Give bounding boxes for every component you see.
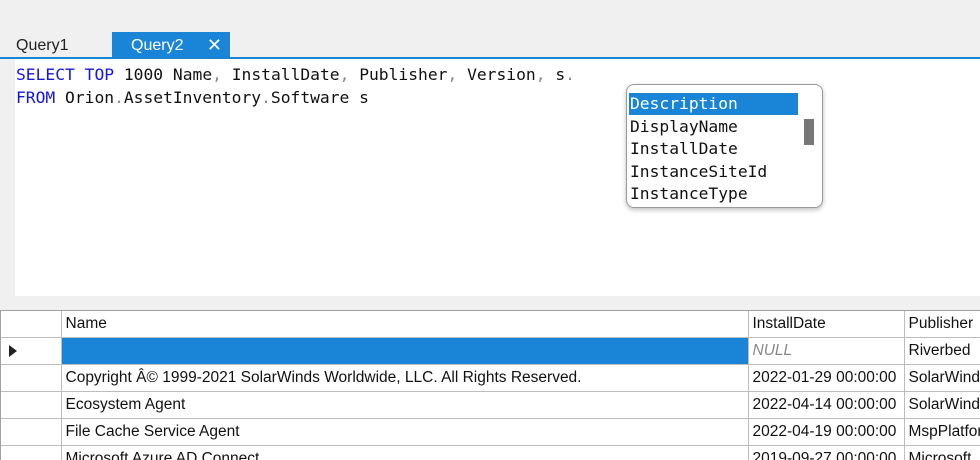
keyword: FROM: [16, 88, 56, 107]
autocomplete-item[interactable]: Description: [629, 93, 798, 115]
row-header[interactable]: [1, 445, 62, 460]
cell-name[interactable]: Microsoft Azure AD Connect: [61, 445, 749, 460]
table-row[interactable]: Ecosystem Agent 2022-04-14 00:00:00 Sola…: [1, 391, 980, 419]
cell-publisher[interactable]: SolarWinds: [904, 364, 980, 392]
autocomplete-item[interactable]: InstallDate: [629, 138, 798, 160]
row-header[interactable]: [1, 364, 62, 392]
tab-label: Query2: [131, 37, 184, 54]
identifier: Name: [172, 65, 213, 84]
title-bar-area: [0, 0, 980, 32]
current-row-icon: [9, 344, 17, 357]
identifier: Publisher: [359, 65, 448, 84]
cell-publisher[interactable]: Microsoft: [904, 445, 980, 460]
autocomplete-item[interactable]: InstanceSiteId: [629, 161, 798, 183]
tab-label: Query1: [16, 37, 69, 54]
cell-name[interactable]: File Cache Service Agent: [61, 418, 749, 446]
tab-query2[interactable]: Query2 ✕: [112, 32, 230, 57]
row-header-corner: [1, 311, 62, 338]
autocomplete-popup: Description DisplayName InstallDate Inst…: [626, 84, 823, 208]
code-text: SELECT TOP 1000 Name, InstallDate, Publi…: [16, 65, 575, 107]
identifier: Software: [270, 88, 350, 107]
header-row: Name InstallDate Publisher: [1, 311, 980, 338]
cell-name[interactable]: Copyright Â© 1999-2021 SolarWinds Worldw…: [61, 364, 749, 392]
cell-installdate[interactable]: NULL: [748, 337, 905, 365]
identifier: AssetInventory: [123, 88, 262, 107]
identifier: Orion: [65, 88, 115, 107]
query-tabs: Query1 Query2 ✕: [0, 32, 980, 57]
keyword: TOP: [84, 65, 115, 84]
row-header[interactable]: [1, 418, 62, 446]
query-editor[interactable]: SELECT TOP 1000 Name, InstallDate, Publi…: [15, 59, 980, 296]
table-row[interactable]: NULL Riverbed: [1, 337, 980, 365]
identifier: s: [359, 88, 369, 107]
pane-splitter[interactable]: [0, 296, 980, 310]
cell-publisher[interactable]: SolarWinds: [904, 391, 980, 419]
column-header-publisher[interactable]: Publisher: [904, 311, 980, 338]
keyword: SELECT: [16, 65, 75, 84]
cell-installdate[interactable]: 2019-09-27 00:00:00: [748, 445, 905, 460]
identifier: Version: [467, 65, 536, 84]
cell-installdate[interactable]: 2022-04-14 00:00:00: [748, 391, 905, 419]
close-icon[interactable]: ✕: [207, 32, 222, 59]
cell-name[interactable]: [61, 337, 749, 365]
table-row[interactable]: Microsoft Azure AD Connect 2019-09-27 00…: [1, 445, 980, 460]
row-header[interactable]: [1, 391, 62, 419]
autocomplete-item[interactable]: DisplayName: [629, 116, 798, 138]
cell-publisher[interactable]: Riverbed: [904, 337, 980, 365]
identifier: InstallDate: [231, 65, 340, 84]
cell-name[interactable]: Ecosystem Agent: [61, 391, 749, 419]
results-grid: Name InstallDate Publisher NULL Riverbed…: [0, 310, 980, 460]
scrollbar-thumb[interactable]: [804, 119, 814, 145]
table-row[interactable]: Copyright Â© 1999-2021 SolarWinds Worldw…: [1, 364, 980, 392]
column-header-installdate[interactable]: InstallDate: [748, 311, 905, 338]
identifier: s: [555, 65, 566, 84]
autocomplete-item[interactable]: InstanceType: [629, 183, 798, 205]
cell-installdate[interactable]: 2022-01-29 00:00:00: [748, 364, 905, 392]
column-header-name[interactable]: Name: [61, 311, 749, 338]
number: 1000: [123, 65, 164, 84]
cell-installdate[interactable]: 2022-04-19 00:00:00: [748, 418, 905, 446]
row-header[interactable]: [1, 337, 62, 365]
tab-query1[interactable]: Query1: [0, 32, 110, 57]
cell-publisher[interactable]: MspPlatform: [904, 418, 980, 446]
table-row[interactable]: File Cache Service Agent 2022-04-19 00:0…: [1, 418, 980, 446]
